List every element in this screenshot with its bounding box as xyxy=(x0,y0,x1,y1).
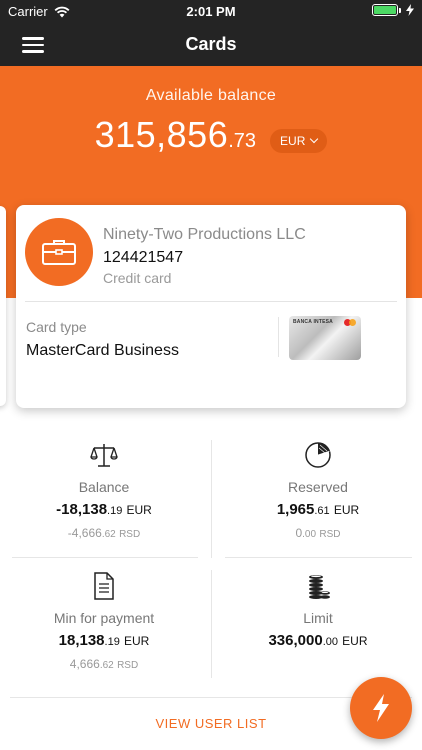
currency-value: EUR xyxy=(280,134,306,148)
stat-limit-eur-cur: EUR xyxy=(342,634,368,648)
stat-min-payment-eur: 18,138.19 EUR xyxy=(4,632,204,649)
stat-min-payment-eur-int: 18,138 xyxy=(58,632,105,649)
available-balance: 315,856 .73 EUR xyxy=(0,114,422,162)
status-time: 2:01 PM xyxy=(186,4,236,19)
briefcase-icon xyxy=(25,218,93,286)
currency-dropdown[interactable]: EUR xyxy=(270,129,328,153)
battery-fill xyxy=(374,6,396,14)
stat-balance: Balance -18,138.19 EUR -4,666.62 RSD xyxy=(4,441,204,540)
balance-integer: 315,856 xyxy=(94,114,229,155)
mastercard-logo-icon xyxy=(344,319,356,326)
nav-bar: Cards xyxy=(0,24,422,66)
stat-reserved: Reserved 1,965.61 EUR 0.00 RSD xyxy=(218,441,418,540)
status-bar: Carrier 2:01 PM xyxy=(0,0,422,24)
stat-limit-eur-dec: .00 xyxy=(322,636,338,648)
stat-reserved-rsd: 0.00 RSD xyxy=(218,526,418,540)
stat-balance-eur-int: -18,138 xyxy=(56,501,108,518)
battery-tip xyxy=(399,7,401,13)
stat-limit-eur: 336,000.00 EUR xyxy=(218,632,418,649)
lightning-icon xyxy=(373,694,389,722)
stat-reserved-rsd-dec: .00 xyxy=(302,529,317,540)
stat-min-payment-rsd-int: 4,666 xyxy=(69,657,100,671)
stat-min-payment-rsd-cur: RSD xyxy=(117,660,139,671)
stat-balance-eur: -18,138.19 EUR xyxy=(4,501,204,518)
stat-balance-rsd-cur: RSD xyxy=(119,529,141,540)
stat-reserved-rsd-cur: RSD xyxy=(319,529,341,540)
stat-balance-label: Balance xyxy=(78,479,130,495)
charging-icon xyxy=(406,4,414,16)
coins-icon xyxy=(309,575,330,599)
stat-min-payment-eur-cur: EUR xyxy=(124,634,150,648)
card-number: 124421547 xyxy=(103,249,184,266)
stat-min-payment-label: Min for payment xyxy=(53,610,155,626)
card-thumb-brand: BANCA INTESA xyxy=(293,319,333,325)
stat-limit-eur-int: 336,000 xyxy=(268,632,323,649)
stat-reserved-eur-int: 1,965 xyxy=(276,501,315,518)
stat-min-payment: Min for payment 18,138.19 EUR 4,666.62 R… xyxy=(4,572,204,671)
stat-min-payment-rsd-dec: .62 xyxy=(99,660,114,671)
card-divider xyxy=(25,301,397,302)
stat-balance-eur-dec: .19 xyxy=(107,505,123,517)
stat-balance-rsd-int: -4,666 xyxy=(67,526,102,540)
previous-card-peek[interactable] xyxy=(0,206,6,406)
card-type-label: Card type xyxy=(26,319,87,335)
stat-reserved-eur: 1,965.61 EUR xyxy=(218,501,418,518)
card-company: Ninety-Two Productions LLC xyxy=(103,226,306,243)
stat-limit-label: Limit xyxy=(303,610,333,626)
pie-chart-icon xyxy=(305,442,331,468)
stat-reserved-label: Reserved xyxy=(288,479,348,495)
stat-balance-rsd-dec: .62 xyxy=(101,529,116,540)
card-vertical-divider xyxy=(278,317,279,357)
grid-horizontal-divider xyxy=(225,557,412,558)
page-title: Cards xyxy=(185,34,237,54)
stat-min-payment-rsd: 4,666.62 RSD xyxy=(4,657,204,671)
stat-limit: Limit 336,000.00 EUR xyxy=(218,572,418,649)
briefcase-svg xyxy=(42,240,76,265)
battery-icon xyxy=(372,4,401,16)
card-image: BANCA INTESA xyxy=(289,316,361,360)
document-icon xyxy=(94,572,114,600)
stat-balance-rsd: -4,666.62 RSD xyxy=(4,526,204,540)
card-kind: Credit card xyxy=(103,270,172,286)
chevron-down-icon xyxy=(310,134,319,144)
stat-reserved-eur-cur: EUR xyxy=(333,503,360,517)
credit-card-panel[interactable]: Ninety-Two Productions LLC 124421547 Cre… xyxy=(16,205,406,408)
grid-vertical-divider xyxy=(211,440,212,558)
available-balance-label: Available balance xyxy=(145,87,277,104)
grid-horizontal-divider xyxy=(12,557,198,558)
grid-vertical-divider xyxy=(211,570,212,678)
stat-min-payment-eur-dec: .19 xyxy=(104,636,120,648)
stat-balance-eur-cur: EUR xyxy=(126,503,152,517)
scales-icon xyxy=(90,444,118,467)
stat-reserved-eur-dec: .61 xyxy=(314,505,330,517)
balance-decimal: .73 xyxy=(228,130,257,152)
quick-action-button[interactable] xyxy=(350,677,412,739)
card-type-value: MasterCard Business xyxy=(26,342,179,359)
status-right xyxy=(372,4,414,16)
